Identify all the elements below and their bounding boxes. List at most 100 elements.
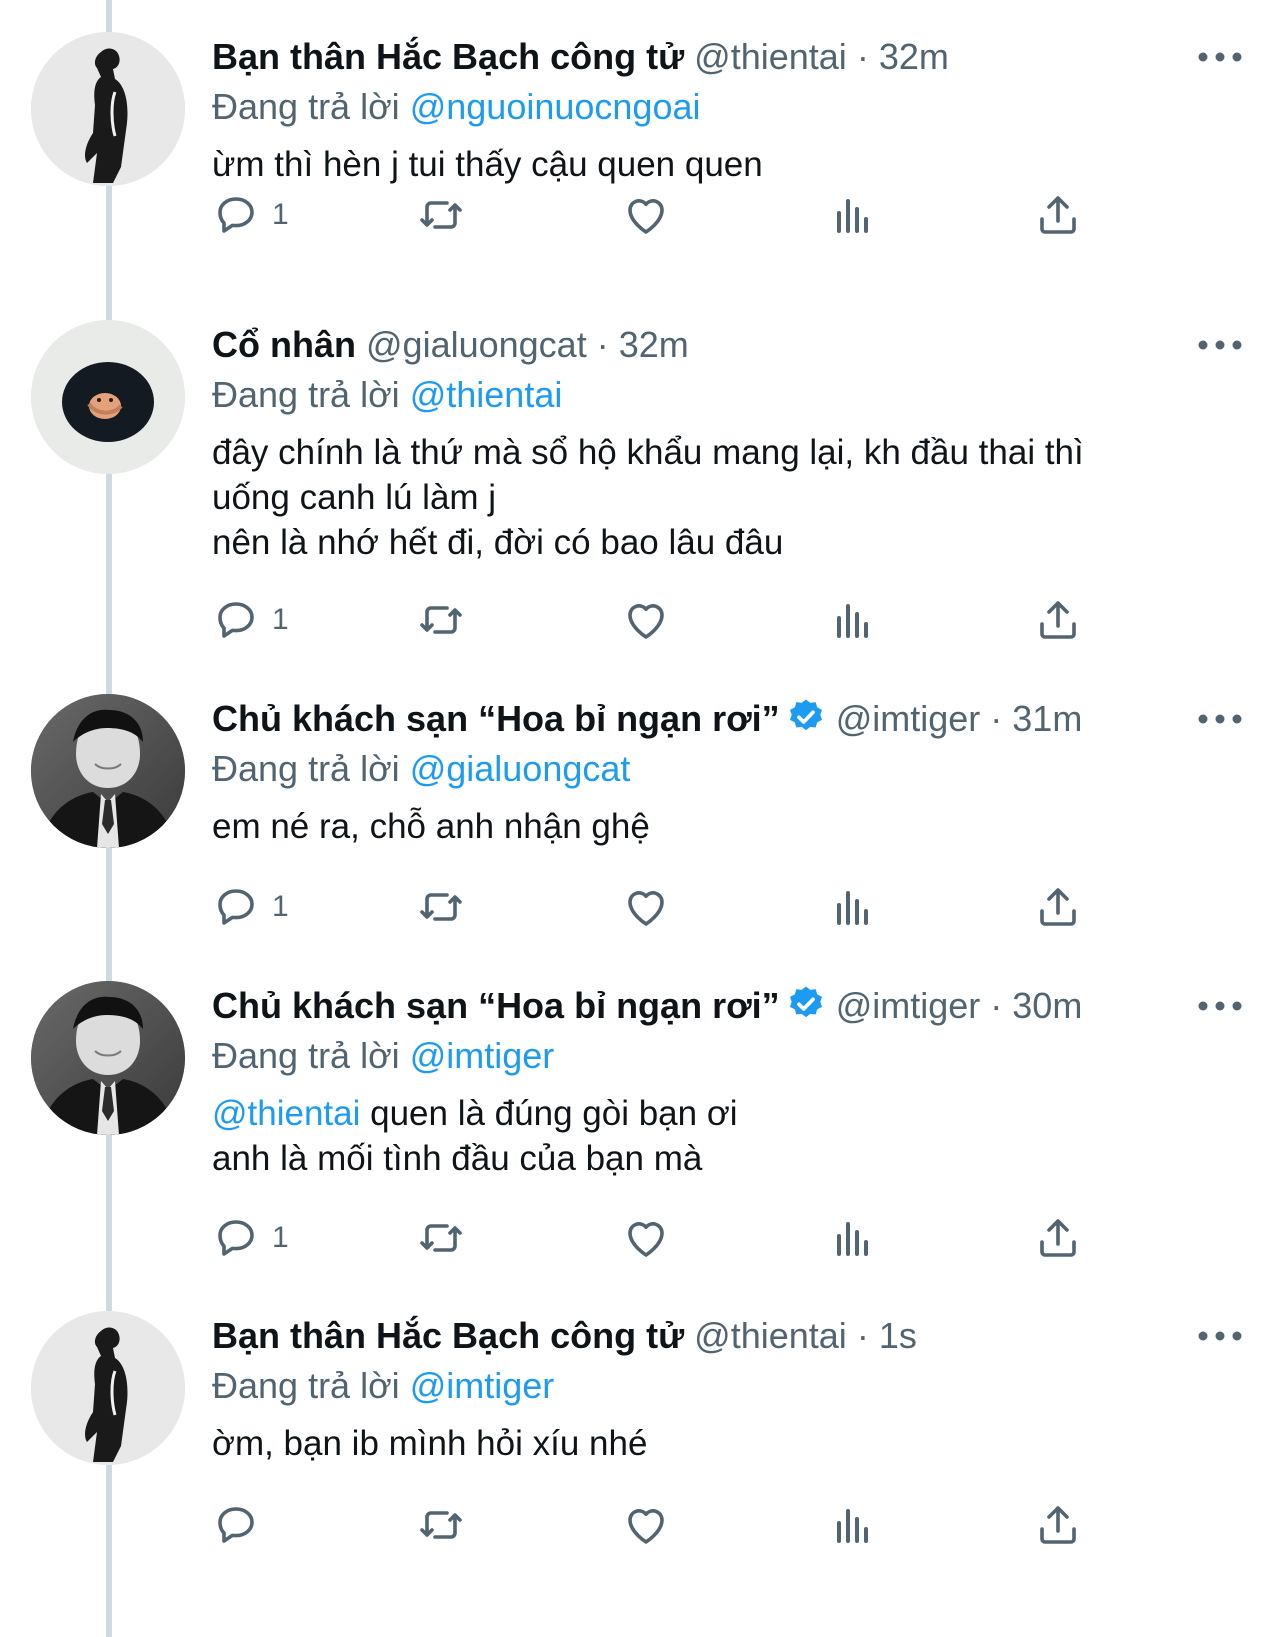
tweet-text-span: quen là đúng gòi bạn ơi xyxy=(360,1094,738,1133)
like-button[interactable] xyxy=(622,1208,670,1268)
like-button[interactable] xyxy=(622,1495,670,1555)
share-icon xyxy=(1034,883,1082,931)
replying-to: Đang trả lời @thientai xyxy=(212,370,1212,420)
views-button[interactable] xyxy=(829,590,877,650)
share-button[interactable] xyxy=(1034,185,1082,245)
timestamp[interactable]: 30m xyxy=(1012,985,1082,1026)
tweet-header: Chủ khách sạn “Hoa bỉ ngạn rơi” @imtiger… xyxy=(212,981,1212,1031)
heart-icon xyxy=(622,1214,670,1262)
like-button[interactable] xyxy=(622,877,670,937)
replying-to-mention[interactable]: @thientai xyxy=(410,374,563,415)
avatar-image xyxy=(31,32,185,186)
timestamp[interactable]: 32m xyxy=(879,36,949,77)
heart-icon xyxy=(622,191,670,239)
tweet-text: ừm thì hèn j tui thấy cậu quen quen xyxy=(212,142,1212,187)
retweet-button[interactable] xyxy=(417,877,465,937)
tweet-content: Cổ nhân @gialuongcat · 32m Đang trả lời … xyxy=(212,320,1212,565)
tweet-text-line: @thientai quen là đúng gòi bạn ơi xyxy=(212,1091,1212,1136)
more-icon[interactable] xyxy=(1195,330,1245,360)
replying-to-label: Đang trả lời xyxy=(212,374,400,415)
timestamp[interactable]: 1s xyxy=(879,1315,917,1356)
display-name[interactable]: Bạn thân Hắc Bạch công tử xyxy=(212,36,684,77)
reply-icon xyxy=(212,883,260,931)
replying-to-mention[interactable]: @imtiger xyxy=(410,1035,555,1076)
views-button[interactable] xyxy=(829,1208,877,1268)
views-button[interactable] xyxy=(829,185,877,245)
tweet-text: đây chính là thứ mà sổ hộ khẩu mang lại,… xyxy=(212,430,1212,565)
tweet-text-line: đây chính là thứ mà sổ hộ khẩu mang lại,… xyxy=(212,433,1084,472)
avatar-image xyxy=(31,694,185,848)
share-button[interactable] xyxy=(1034,1208,1082,1268)
avatar[interactable] xyxy=(31,981,185,1135)
username[interactable]: @thientai xyxy=(694,1315,847,1356)
like-button[interactable] xyxy=(622,590,670,650)
more-icon[interactable] xyxy=(1195,1321,1245,1351)
replying-to-mention[interactable]: @imtiger xyxy=(410,1365,555,1406)
retweet-icon xyxy=(417,1214,465,1262)
heart-icon xyxy=(622,596,670,644)
reply-icon xyxy=(212,1501,260,1549)
share-icon xyxy=(1034,1214,1082,1262)
separator-dot: · xyxy=(990,985,1003,1026)
username[interactable]: @gialuongcat xyxy=(366,324,587,365)
avatar[interactable] xyxy=(31,1311,185,1465)
replying-to-label: Đang trả lời xyxy=(212,748,400,789)
reply-button[interactable] xyxy=(212,1495,260,1555)
verified-badge-icon xyxy=(786,984,826,1024)
share-button[interactable] xyxy=(1034,877,1082,937)
replying-to-mention[interactable]: @gialuongcat xyxy=(410,748,631,789)
reply-icon xyxy=(212,191,260,239)
reply-count: 1 xyxy=(272,603,289,636)
views-button[interactable] xyxy=(829,1495,877,1555)
retweet-icon xyxy=(417,596,465,644)
analytics-icon xyxy=(829,191,877,239)
tweet-content: Chủ khách sạn “Hoa bỉ ngạn rơi” @imtiger… xyxy=(212,981,1212,1181)
retweet-icon xyxy=(417,883,465,931)
analytics-icon xyxy=(829,1214,877,1262)
display-name[interactable]: Cổ nhân xyxy=(212,324,356,365)
reply-button[interactable]: 1 xyxy=(212,877,289,937)
retweet-button[interactable] xyxy=(417,590,465,650)
tweet-text-line: em né ra, chỗ anh nhận ghệ xyxy=(212,807,650,846)
more-icon[interactable] xyxy=(1195,991,1245,1021)
avatar[interactable] xyxy=(31,694,185,848)
username[interactable]: @imtiger xyxy=(836,985,981,1026)
retweet-button[interactable] xyxy=(417,1208,465,1268)
tweet-content: Chủ khách sạn “Hoa bỉ ngạn rơi” @imtiger… xyxy=(212,694,1212,849)
avatar[interactable] xyxy=(31,32,185,186)
reply-button[interactable]: 1 xyxy=(212,1208,289,1268)
display-name[interactable]: Bạn thân Hắc Bạch công tử xyxy=(212,1315,684,1356)
like-button[interactable] xyxy=(622,185,670,245)
timestamp[interactable]: 31m xyxy=(1012,698,1082,739)
more-icon[interactable] xyxy=(1195,704,1245,734)
replying-to: Đang trả lời @imtiger xyxy=(212,1031,1212,1081)
display-name[interactable]: Chủ khách sạn “Hoa bỉ ngạn rơi” xyxy=(212,985,780,1026)
tweet-actions xyxy=(212,1495,1132,1555)
more-icon[interactable] xyxy=(1195,42,1245,72)
tweet-text-line: nên là nhớ hết đi, đời có bao lâu đâu xyxy=(212,523,784,562)
analytics-icon xyxy=(829,1501,877,1549)
display-name[interactable]: Chủ khách sạn “Hoa bỉ ngạn rơi” xyxy=(212,698,780,739)
username[interactable]: @thientai xyxy=(694,36,847,77)
avatar-image xyxy=(31,981,185,1135)
tweet-header: Chủ khách sạn “Hoa bỉ ngạn rơi” @imtiger… xyxy=(212,694,1212,744)
username[interactable]: @imtiger xyxy=(836,698,981,739)
replying-to-label: Đang trả lời xyxy=(212,1365,400,1406)
reply-button[interactable]: 1 xyxy=(212,590,289,650)
share-icon xyxy=(1034,191,1082,239)
avatar[interactable] xyxy=(31,320,185,474)
tweet-text-line: ừm thì hèn j tui thấy cậu quen quen xyxy=(212,145,763,184)
text-mention[interactable]: @thientai xyxy=(212,1094,360,1133)
replying-to-mention[interactable]: @nguoinuocngoai xyxy=(410,86,701,127)
tweet-header: Bạn thân Hắc Bạch công tử @thientai · 32… xyxy=(212,32,1212,82)
retweet-icon xyxy=(417,1501,465,1549)
share-icon xyxy=(1034,1501,1082,1549)
share-button[interactable] xyxy=(1034,590,1082,650)
tweet-text-line: ờm, bạn ib mình hỏi xíu nhé xyxy=(212,1424,648,1463)
share-button[interactable] xyxy=(1034,1495,1082,1555)
retweet-button[interactable] xyxy=(417,185,465,245)
timestamp[interactable]: 32m xyxy=(619,324,689,365)
views-button[interactable] xyxy=(829,877,877,937)
retweet-button[interactable] xyxy=(417,1495,465,1555)
reply-button[interactable]: 1 xyxy=(212,185,289,245)
